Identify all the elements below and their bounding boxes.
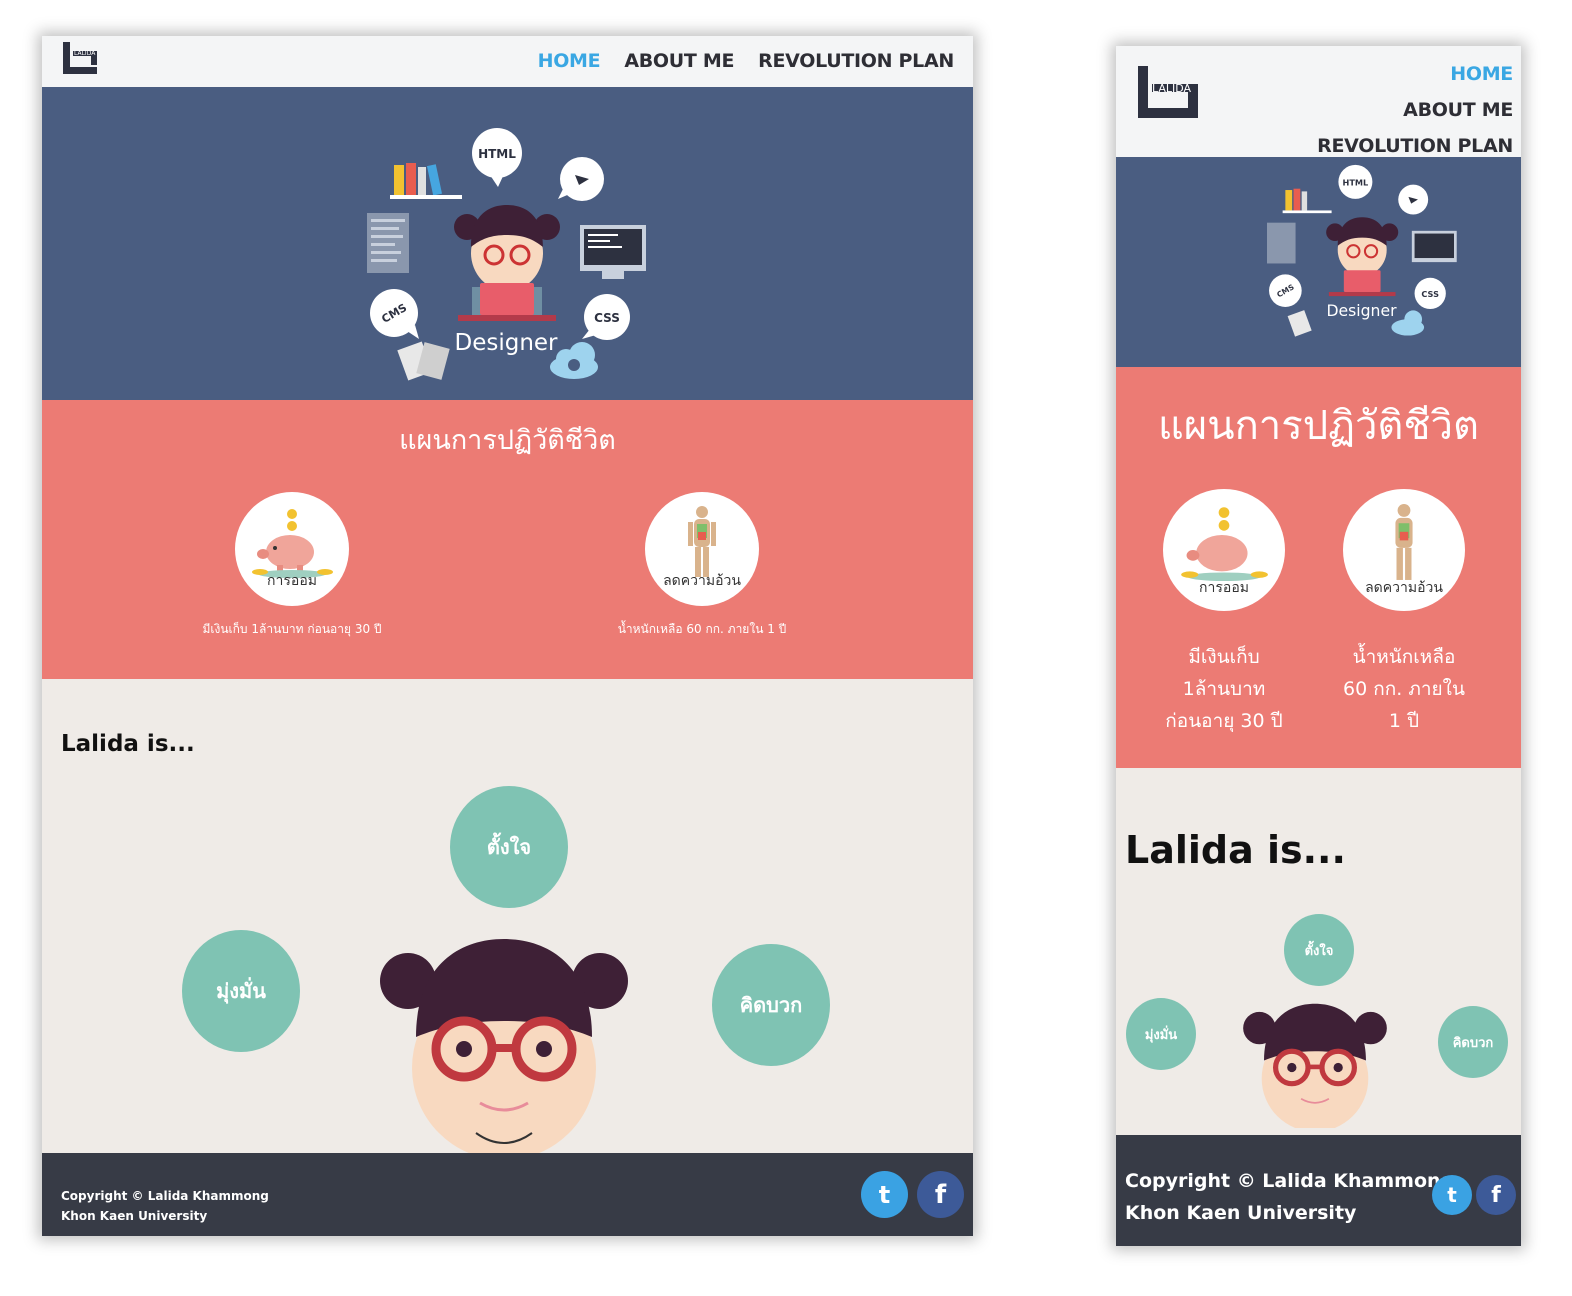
goal-weight-label: ลดความอ้วน (663, 573, 741, 589)
goal-saving-circle[interactable]: การออม (235, 492, 349, 606)
bubble-css-label-mobile: CSS (1421, 289, 1439, 299)
designer-illustration-mobile: HTML CMS CSS Designer (1267, 164, 1457, 337)
top-nav-mobile: LALIDA HOME ABOUT ME REVOLUTION PLAN (1116, 46, 1521, 157)
chat-bubble-icon (558, 157, 604, 201)
plan-title-mobile: แผนการปฏิวัติชีวิต (1158, 403, 1479, 449)
goal-saving-mobile: การออม มีเงินเก็บ 1ล้านบาท ก่อนอายุ 30 ป… (1154, 489, 1294, 737)
facebook-icon[interactable]: f (917, 1171, 964, 1218)
goal-saving-label-mobile: การออม (1199, 580, 1249, 596)
trait-determined: ตั้งใจ (450, 786, 568, 908)
lalida-logo[interactable]: LALIDA (61, 42, 99, 74)
goal-saving-circle-mobile[interactable]: การออม (1163, 489, 1285, 611)
org-text: Khon Kaen University (61, 1209, 208, 1223)
goal-weight-circle-mobile[interactable]: ลดความอ้วน (1343, 489, 1465, 611)
top-nav: LALIDA HOME ABOUT ME REVOLUTION PLAN (42, 36, 973, 87)
footer-copyright-mobile: Copyright © Lalida Khammong Khon Kaen Un… (1125, 1165, 1454, 1229)
goal-weight-label-mobile: ลดความอ้วน (1365, 580, 1443, 596)
nav-links-mobile: HOME ABOUT ME REVOLUTION PLAN (1317, 56, 1513, 164)
girl-face-icon (1243, 1003, 1387, 1128)
copyright-text: Copyright © Lalida Khammong (61, 1189, 269, 1203)
twitter-icon[interactable]: t (1432, 1175, 1472, 1215)
goal-saving-label: การออม (267, 573, 317, 589)
css-bubble-icon: CSS (582, 294, 630, 340)
goal-saving: การออม มีเงินเก็บ 1ล้านบาท ก่อนอายุ 30 ป… (202, 492, 382, 639)
bubble-html-label: HTML (478, 147, 516, 161)
footer-mobile: Copyright © Lalida Khammong Khon Kaen Un… (1116, 1135, 1521, 1246)
lalida-logo-mobile[interactable]: LALIDA (1136, 66, 1199, 118)
designer-caption: Designer (454, 330, 558, 356)
monitor-icon (580, 225, 646, 279)
about-section: Lalida is... ตั้งใจ มุ่งมั่น คิดบวก (42, 679, 973, 1153)
designer-illustration: HTML CMS CSS Designer (367, 128, 646, 381)
trait-determined-mobile: ตั้งใจ (1284, 914, 1354, 986)
org-text-mobile: Khon Kaen University (1125, 1202, 1357, 1224)
girl-face-icon (380, 939, 628, 1153)
goal-weight-loss-mobile: ลดความอ้วน น้ำหนักเหลือ 60 กก. ภายใน 1 ป… (1334, 489, 1474, 737)
desktop-preview: LALIDA HOME ABOUT ME REVOLUTION PLAN HTM… (42, 36, 973, 1236)
goal-weight-text: น้ำหนักเหลือ 60 กก. ภายใน 1 ปี (617, 622, 787, 636)
twitter-icon[interactable]: t (861, 1171, 908, 1218)
trait-committed: มุ่งมั่น (182, 930, 300, 1052)
girl-designer-icon (454, 205, 560, 321)
revolution-plan-section-mobile: แผนการปฏิวัติชีวิต การออม มีเงินเก็บ 1ล้… (1116, 367, 1521, 768)
hero-banner-mobile: HTML CMS CSS Designer (1116, 157, 1521, 367)
nav-home-mobile[interactable]: HOME (1317, 56, 1513, 92)
books-icon (390, 163, 462, 199)
trait-committed-mobile: มุ่งมั่น (1126, 998, 1196, 1070)
footer: Copyright © Lalida Khammong Khon Kaen Un… (42, 1153, 973, 1236)
facebook-icon[interactable]: f (1476, 1175, 1516, 1215)
nav-links: HOME ABOUT ME REVOLUTION PLAN (538, 50, 955, 72)
cms-bubble-icon: CMS (370, 289, 419, 339)
nav-home[interactable]: HOME (538, 50, 601, 72)
about-section-mobile: Lalida is... ตั้งใจ มุ่งมั่น คิดบวก (1116, 768, 1521, 1135)
nav-about-me-mobile[interactable]: ABOUT ME (1317, 92, 1513, 128)
papers-icon (397, 341, 450, 381)
bubble-css-label: CSS (594, 311, 620, 325)
nav-revolution-plan[interactable]: REVOLUTION PLAN (758, 50, 954, 72)
designer-caption-mobile: Designer (1327, 301, 1398, 320)
logo-text: LALIDA (74, 50, 96, 57)
goal-weight-circle[interactable]: ลดความอ้วน (645, 492, 759, 606)
goal-saving-text-mobile: มีเงินเก็บ 1ล้านบาท ก่อนอายุ 30 ปี (1165, 646, 1283, 732)
revolution-plan-section: แผนการปฏิวัติชีวิต การออม มีเงินเก็บ 1ล้… (42, 400, 973, 679)
copyright-text-mobile: Copyright © Lalida Khammong (1125, 1170, 1455, 1192)
code-file-icon (367, 213, 409, 273)
goal-weight-loss: ลดความอ้วน น้ำหนักเหลือ 60 กก. ภายใน 1 ป… (612, 492, 792, 639)
trait-positive: คิดบวก (712, 944, 830, 1066)
mobile-preview: LALIDA HOME ABOUT ME REVOLUTION PLAN HTM… (1116, 46, 1521, 1246)
about-heading-mobile: Lalida is... (1125, 828, 1346, 872)
goal-weight-text-mobile: น้ำหนักเหลือ 60 กก. ภายใน 1 ปี (1343, 646, 1465, 732)
logo-text-mobile: LALIDA (1152, 82, 1192, 95)
bubble-html-label-mobile: HTML (1343, 177, 1369, 187)
goal-saving-text: มีเงินเก็บ 1ล้านบาท ก่อนอายุ 30 ปี (202, 622, 382, 636)
footer-copyright: Copyright © Lalida Khammong Khon Kaen Un… (61, 1186, 269, 1226)
hero-banner: HTML CMS CSS Designer (42, 87, 973, 400)
nav-about-me[interactable]: ABOUT ME (624, 50, 734, 72)
about-heading: Lalida is... (61, 731, 195, 757)
plan-title: แผนการปฏิวัติชีวิต (399, 425, 616, 456)
trait-positive-mobile: คิดบวก (1438, 1006, 1508, 1078)
html-bubble-icon: HTML (472, 128, 522, 187)
